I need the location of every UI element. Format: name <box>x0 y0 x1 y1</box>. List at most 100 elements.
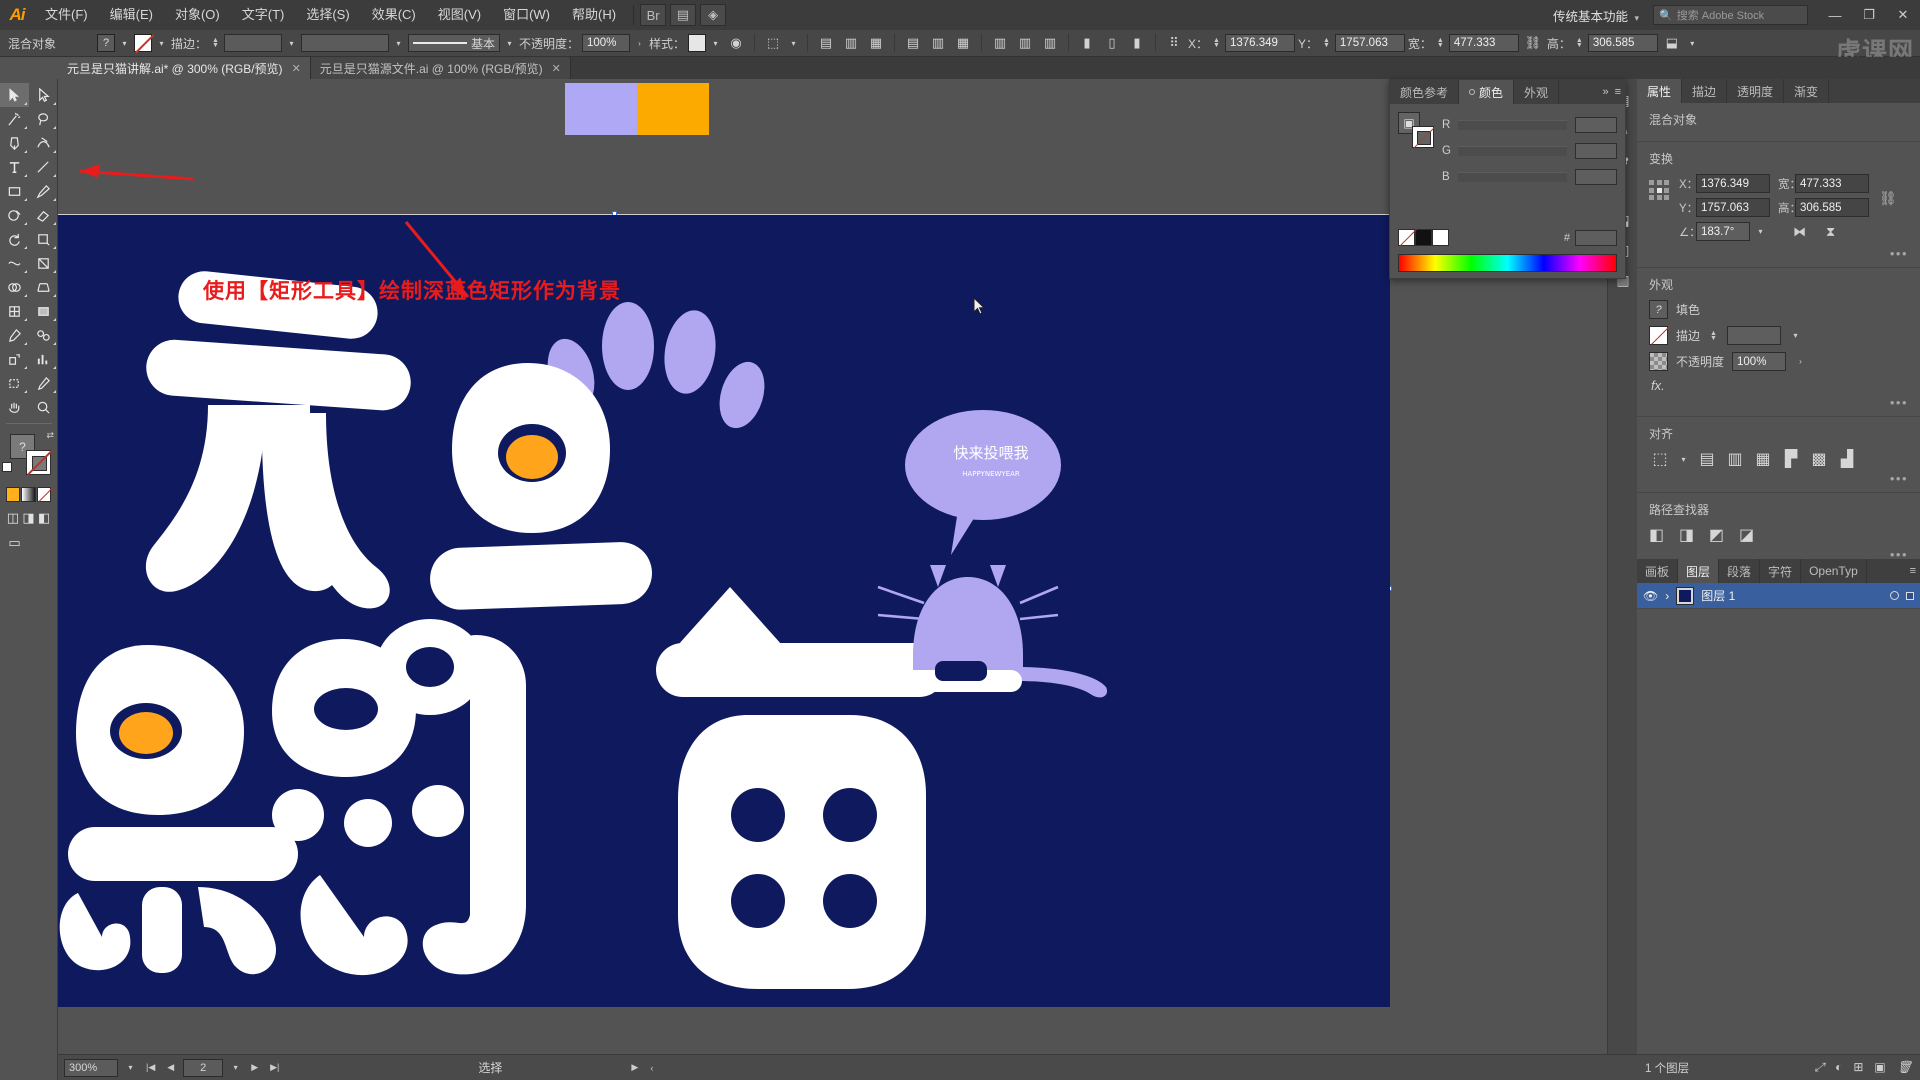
swatch-black[interactable] <box>1415 229 1432 246</box>
stroke-weight-dropdown-icon[interactable]: ▾ <box>285 39 298 48</box>
scale-tool[interactable] <box>29 227 58 251</box>
width-tool[interactable] <box>0 251 29 275</box>
menu-edit[interactable]: 编辑(E) <box>99 0 164 30</box>
new-layer-icon[interactable]: ▣ <box>1874 1060 1885 1075</box>
transform-x-input[interactable]: 1376.349 <box>1696 174 1770 193</box>
y-stepper[interactable]: ▲ ▼ <box>1321 37 1332 49</box>
document-tab-2[interactable]: 元旦是只猫源文件.ai @ 100% (RGB/预览) ✕ <box>310 57 571 79</box>
stroke-swatch[interactable] <box>26 450 51 475</box>
slice-tool[interactable] <box>29 371 58 395</box>
transform-chevron-icon[interactable]: ▾ <box>1686 39 1699 48</box>
distribute-bottom-icon[interactable]: ▥ <box>1039 33 1061 54</box>
status-collapse-icon[interactable]: ‹ <box>647 1063 656 1073</box>
stroke-profile-chevron-icon[interactable]: ▾ <box>503 39 516 48</box>
swap-fill-stroke-icon[interactable]: ⇄ <box>46 430 54 441</box>
width-stepper[interactable]: ▲ ▼ <box>1435 37 1446 49</box>
maximize-button[interactable]: ❐ <box>1852 0 1886 30</box>
tab-character[interactable]: 字符 <box>1760 559 1802 583</box>
color-spectrum-bar[interactable] <box>1398 254 1617 272</box>
pathfinder-unite-icon[interactable]: ◧ <box>1649 525 1669 545</box>
menu-select[interactable]: 选择(S) <box>295 0 360 30</box>
column-graph-tool[interactable] <box>29 347 58 371</box>
next-artboard-icon[interactable]: ▶ <box>248 1062 261 1073</box>
distribute-h-icon[interactable]: ▮ <box>1076 33 1098 54</box>
appearance-more-options-icon[interactable]: ••• <box>1649 395 1908 410</box>
pen-tool[interactable] <box>0 131 29 155</box>
appearance-stroke-swatch[interactable] <box>1649 326 1668 345</box>
tab-properties[interactable]: 属性 <box>1637 79 1683 103</box>
close-button[interactable]: ✕ <box>1886 0 1920 30</box>
stroke-color-swatch[interactable] <box>134 34 152 52</box>
tab-transparency[interactable]: 透明度 <box>1727 79 1785 103</box>
lock-proportions-icon[interactable]: ⛓ <box>1522 33 1544 54</box>
transform-h-input[interactable]: 306.585 <box>1795 198 1869 217</box>
distribute-spacing-icon[interactable]: ▮ <box>1126 33 1148 54</box>
align-right-icon[interactable]: ▦ <box>865 33 887 54</box>
menu-window[interactable]: 窗口(W) <box>492 0 561 30</box>
stroke-weight-stepper[interactable]: ▲ ▼ <box>1708 330 1719 342</box>
align-right-button[interactable]: ▦ <box>1752 449 1774 469</box>
drawing-mode-inside-icon[interactable]: ◧ <box>37 509 51 526</box>
height-stepper[interactable]: ▲ ▼ <box>1574 37 1585 49</box>
eye-icon[interactable]: 👁 <box>1643 589 1658 603</box>
stroke-variable-width-input[interactable] <box>300 34 389 52</box>
delete-layer-icon[interactable]: 🗑 <box>1897 1060 1912 1075</box>
document-tab-1[interactable]: 元旦是只猫讲解.ai* @ 300% (RGB/预览) ✕ <box>58 57 311 79</box>
minimize-button[interactable]: — <box>1818 0 1852 30</box>
opacity-options-icon[interactable]: › <box>1794 357 1807 366</box>
panel-menu-icon[interactable]: ≡ <box>1910 565 1916 577</box>
swatch-none-icon[interactable] <box>1398 229 1415 246</box>
align-middle-v-button[interactable]: ▩ <box>1808 449 1830 469</box>
add-effect-button[interactable]: fx. <box>1649 378 1908 393</box>
transform-panel-icon[interactable]: ⬓ <box>1661 33 1683 54</box>
free-transform-tool[interactable] <box>29 251 58 275</box>
transform-angle-input[interactable]: 183.7° <box>1696 222 1750 241</box>
zoom-tool[interactable] <box>29 395 58 419</box>
tab-paragraph[interactable]: 段落 <box>1719 559 1761 583</box>
appearance-stroke-input[interactable] <box>1726 326 1781 345</box>
paintbrush-tool[interactable] <box>29 179 58 203</box>
tab-layers[interactable]: 图层 <box>1678 559 1720 583</box>
menu-object[interactable]: 对象(O) <box>164 0 231 30</box>
align-bottom-icon[interactable]: ▦ <box>952 33 974 54</box>
magic-wand-tool[interactable] <box>0 107 29 131</box>
selection-tool[interactable] <box>0 83 29 107</box>
tab-color[interactable]: 颜色 <box>1459 80 1515 104</box>
hex-input[interactable] <box>1575 230 1617 246</box>
select-similar-icon[interactable]: ⬚ <box>762 33 784 54</box>
reference-point-selector[interactable] <box>1649 180 1671 202</box>
align-to-selection-icon[interactable]: ⬚ <box>1649 449 1671 469</box>
align-top-icon[interactable]: ▤ <box>902 33 924 54</box>
zoom-dropdown-icon[interactable]: ▾ <box>124 1063 137 1072</box>
stock-icon[interactable]: ◈ <box>700 4 727 26</box>
shaper-tool[interactable] <box>0 203 29 227</box>
menu-file[interactable]: 文件(F) <box>34 0 99 30</box>
align-left-button[interactable]: ▤ <box>1696 449 1718 469</box>
transform-more-options-icon[interactable]: ••• <box>1649 246 1908 261</box>
transform-w-input[interactable]: 477.333 <box>1795 174 1869 193</box>
tab-color-guide[interactable]: 颜色参考 <box>1390 80 1460 104</box>
tab-stroke[interactable]: 描边 <box>1682 79 1728 103</box>
menu-type[interactable]: 文字(T) <box>231 0 296 30</box>
channel-slider-b[interactable] <box>1458 172 1567 182</box>
symbol-sprayer-tool[interactable] <box>0 347 29 371</box>
tab-opentype[interactable]: OpenTyp <box>1801 559 1867 583</box>
align-top-button[interactable]: ▛ <box>1780 449 1802 469</box>
artboard-tool[interactable] <box>0 371 29 395</box>
graphic-style-swatch[interactable] <box>688 34 706 52</box>
make-clipping-mask-icon[interactable]: ◐ <box>1835 1060 1842 1075</box>
x-stepper[interactable]: ▲ ▼ <box>1211 37 1222 49</box>
opacity-flyout-icon[interactable]: › <box>633 39 646 48</box>
appearance-fill-swatch[interactable]: ? <box>1649 300 1668 319</box>
align-bottom-button[interactable]: ▟ <box>1836 449 1858 469</box>
stroke-weight-input[interactable] <box>223 34 282 52</box>
align-left-icon[interactable]: ▤ <box>815 33 837 54</box>
align-center-horizontal-icon[interactable]: ▥ <box>840 33 862 54</box>
channel-value-r[interactable] <box>1575 117 1617 133</box>
align-more-options-icon[interactable]: ••• <box>1649 471 1908 486</box>
default-fill-stroke-icon[interactable] <box>2 462 12 472</box>
opacity-icon[interactable] <box>1649 352 1668 371</box>
perspective-grid-tool[interactable] <box>29 275 58 299</box>
close-icon[interactable]: ✕ <box>292 62 301 75</box>
expand-panel-icon[interactable]: » <box>1602 86 1608 98</box>
